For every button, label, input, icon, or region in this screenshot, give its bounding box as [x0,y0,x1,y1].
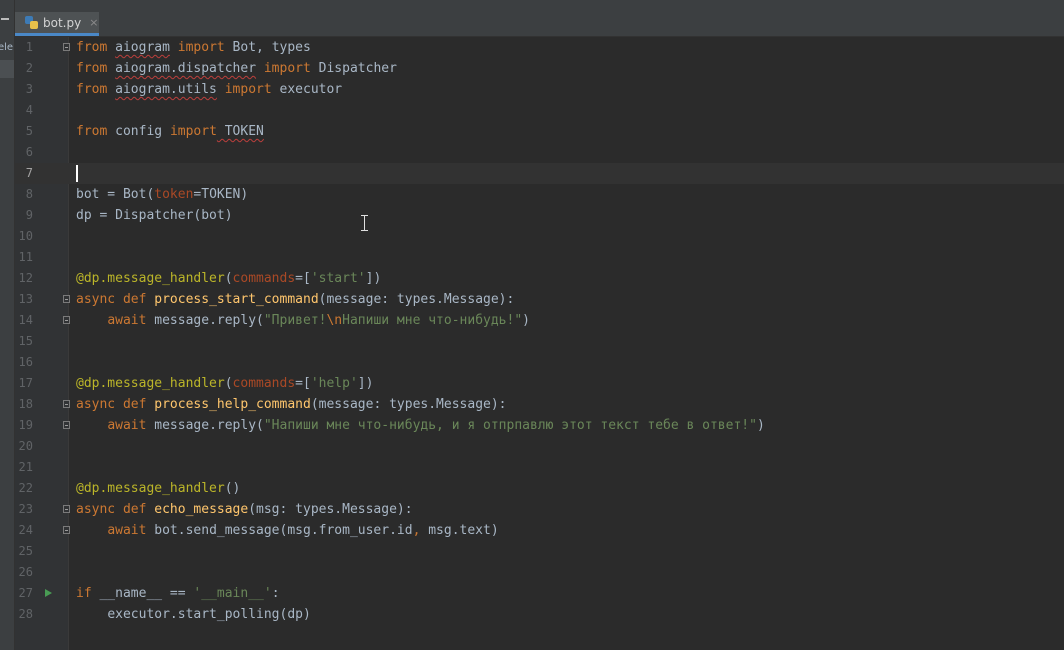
code-line[interactable]: 2 from aiogram.dispatcher import Dispatc… [15,58,1064,79]
code-text: async def process_start_command(message:… [76,292,515,307]
line-number: 21 [18,460,33,474]
project-panel-label: ele [0,42,14,53]
editor-tab-bar: bot.py × [15,0,1064,37]
line-number: 15 [18,334,33,348]
code-line[interactable]: 5 from config import TOKEN [15,121,1064,142]
code-text: async def echo_message(msg: types.Messag… [76,502,413,517]
fold-icon[interactable] [63,295,70,303]
code-line[interactable]: 13 async def process_start_command(messa… [15,289,1064,310]
line-number: 16 [18,355,33,369]
code-text: dp = Dispatcher(bot) [76,208,233,223]
line-number: 10 [18,229,33,243]
line-number: 20 [18,439,33,453]
line-number: 2 [25,61,33,75]
code-text: from aiogram.utils import executor [76,82,343,97]
code-line[interactable]: 23 async def echo_message(msg: types.Mes… [15,499,1064,520]
line-number: 13 [18,292,33,306]
line-number: 8 [25,187,33,201]
code-line[interactable]: 27 if __name__ == '__main__': [15,583,1064,604]
code-text: bot = Bot(token=TOKEN) [76,187,249,202]
code-text: if __name__ == '__main__': [76,586,280,601]
code-line[interactable]: 17 @dp.message_handler(commands=['help']… [15,373,1064,394]
line-number: 6 [25,145,33,159]
code-line[interactable]: 15 [15,331,1064,352]
line-number: 3 [25,82,33,96]
fold-icon[interactable] [63,43,70,51]
code-text: async def process_help_command(message: … [76,397,507,412]
collapse-icon[interactable] [1,18,9,20]
code-line[interactable]: 6 [15,142,1064,163]
code-line[interactable]: 19 await message.reply("Напиши мне что-н… [15,415,1064,436]
code-text: await message.reply("Привет!\nНапиши мне… [107,313,530,328]
code-text: from config import TOKEN [76,124,264,139]
project-panel-strip: ele [0,0,15,650]
code-text: await message.reply("Напиши мне что-нибу… [107,418,765,433]
code-line[interactable]: 10 [15,226,1064,247]
tab-bot-py[interactable]: bot.py × [15,12,99,36]
run-icon[interactable] [45,589,52,597]
code-line-current[interactable]: 7 [15,163,1064,184]
line-number: 17 [18,376,33,390]
line-number: 25 [18,544,33,558]
line-number: 23 [18,502,33,516]
code-line[interactable]: 9 dp = Dispatcher(bot) [15,205,1064,226]
code-line[interactable]: 21 [15,457,1064,478]
fold-icon[interactable] [63,421,70,429]
code-text: from aiogram import Bot, types [76,40,311,55]
code-line[interactable]: 24 await bot.send_message(msg.from_user.… [15,520,1064,541]
code-text: from aiogram.dispatcher import Dispatche… [76,61,397,76]
line-number: 26 [18,565,33,579]
text-caret [76,165,78,182]
line-number: 28 [18,607,33,621]
fold-icon[interactable] [63,316,70,324]
line-number: 1 [25,40,33,54]
code-line[interactable]: 18 async def process_help_command(messag… [15,394,1064,415]
code-line[interactable]: 8 bot = Bot(token=TOKEN) [15,184,1064,205]
line-number: 12 [18,271,33,285]
code-line[interactable]: 4 [15,100,1064,121]
code-line[interactable]: 25 [15,541,1064,562]
code-line[interactable]: 22 @dp.message_handler() [15,478,1064,499]
line-number: 22 [18,481,33,495]
fold-icon[interactable] [63,526,70,534]
code-line[interactable]: 1 from aiogram import Bot, types [15,37,1064,58]
close-icon[interactable]: × [89,16,98,29]
mouse-ibeam-cursor-icon [361,215,369,231]
code-line[interactable]: 12 @dp.message_handler(commands=['start'… [15,268,1064,289]
code-text: executor.start_polling(dp) [107,607,311,622]
line-number: 7 [25,166,33,180]
line-number: 14 [18,313,33,327]
tab-label: bot.py [43,15,82,30]
code-text: @dp.message_handler(commands=['start']) [76,271,382,286]
code-editor[interactable]: 1 from aiogram import Bot, types 2 from … [15,37,1064,650]
code-text: @dp.message_handler(commands=['help']) [76,376,374,391]
code-line[interactable]: 3 from aiogram.utils import executor [15,79,1064,100]
python-file-icon [25,15,39,30]
code-text: await bot.send_message(msg.from_user.id,… [107,523,499,538]
code-line[interactable]: 11 [15,247,1064,268]
code-line[interactable]: 26 [15,562,1064,583]
line-number: 27 [18,586,33,600]
line-number: 24 [18,523,33,537]
line-number: 19 [18,418,33,432]
fold-icon[interactable] [63,505,70,513]
code-text: @dp.message_handler() [76,481,241,496]
fold-icon[interactable] [63,400,70,408]
code-line[interactable]: 16 [15,352,1064,373]
code-line[interactable]: 14 await message.reply("Привет!\nНапиши … [15,310,1064,331]
line-number: 11 [18,250,33,264]
line-number: 9 [25,208,33,222]
line-number: 18 [18,397,33,411]
line-number: 5 [25,124,33,138]
code-line[interactable]: 20 [15,436,1064,457]
code-line[interactable]: 28 executor.start_polling(dp) [15,604,1064,625]
project-selected-row[interactable] [0,60,14,78]
line-number: 4 [25,103,33,117]
